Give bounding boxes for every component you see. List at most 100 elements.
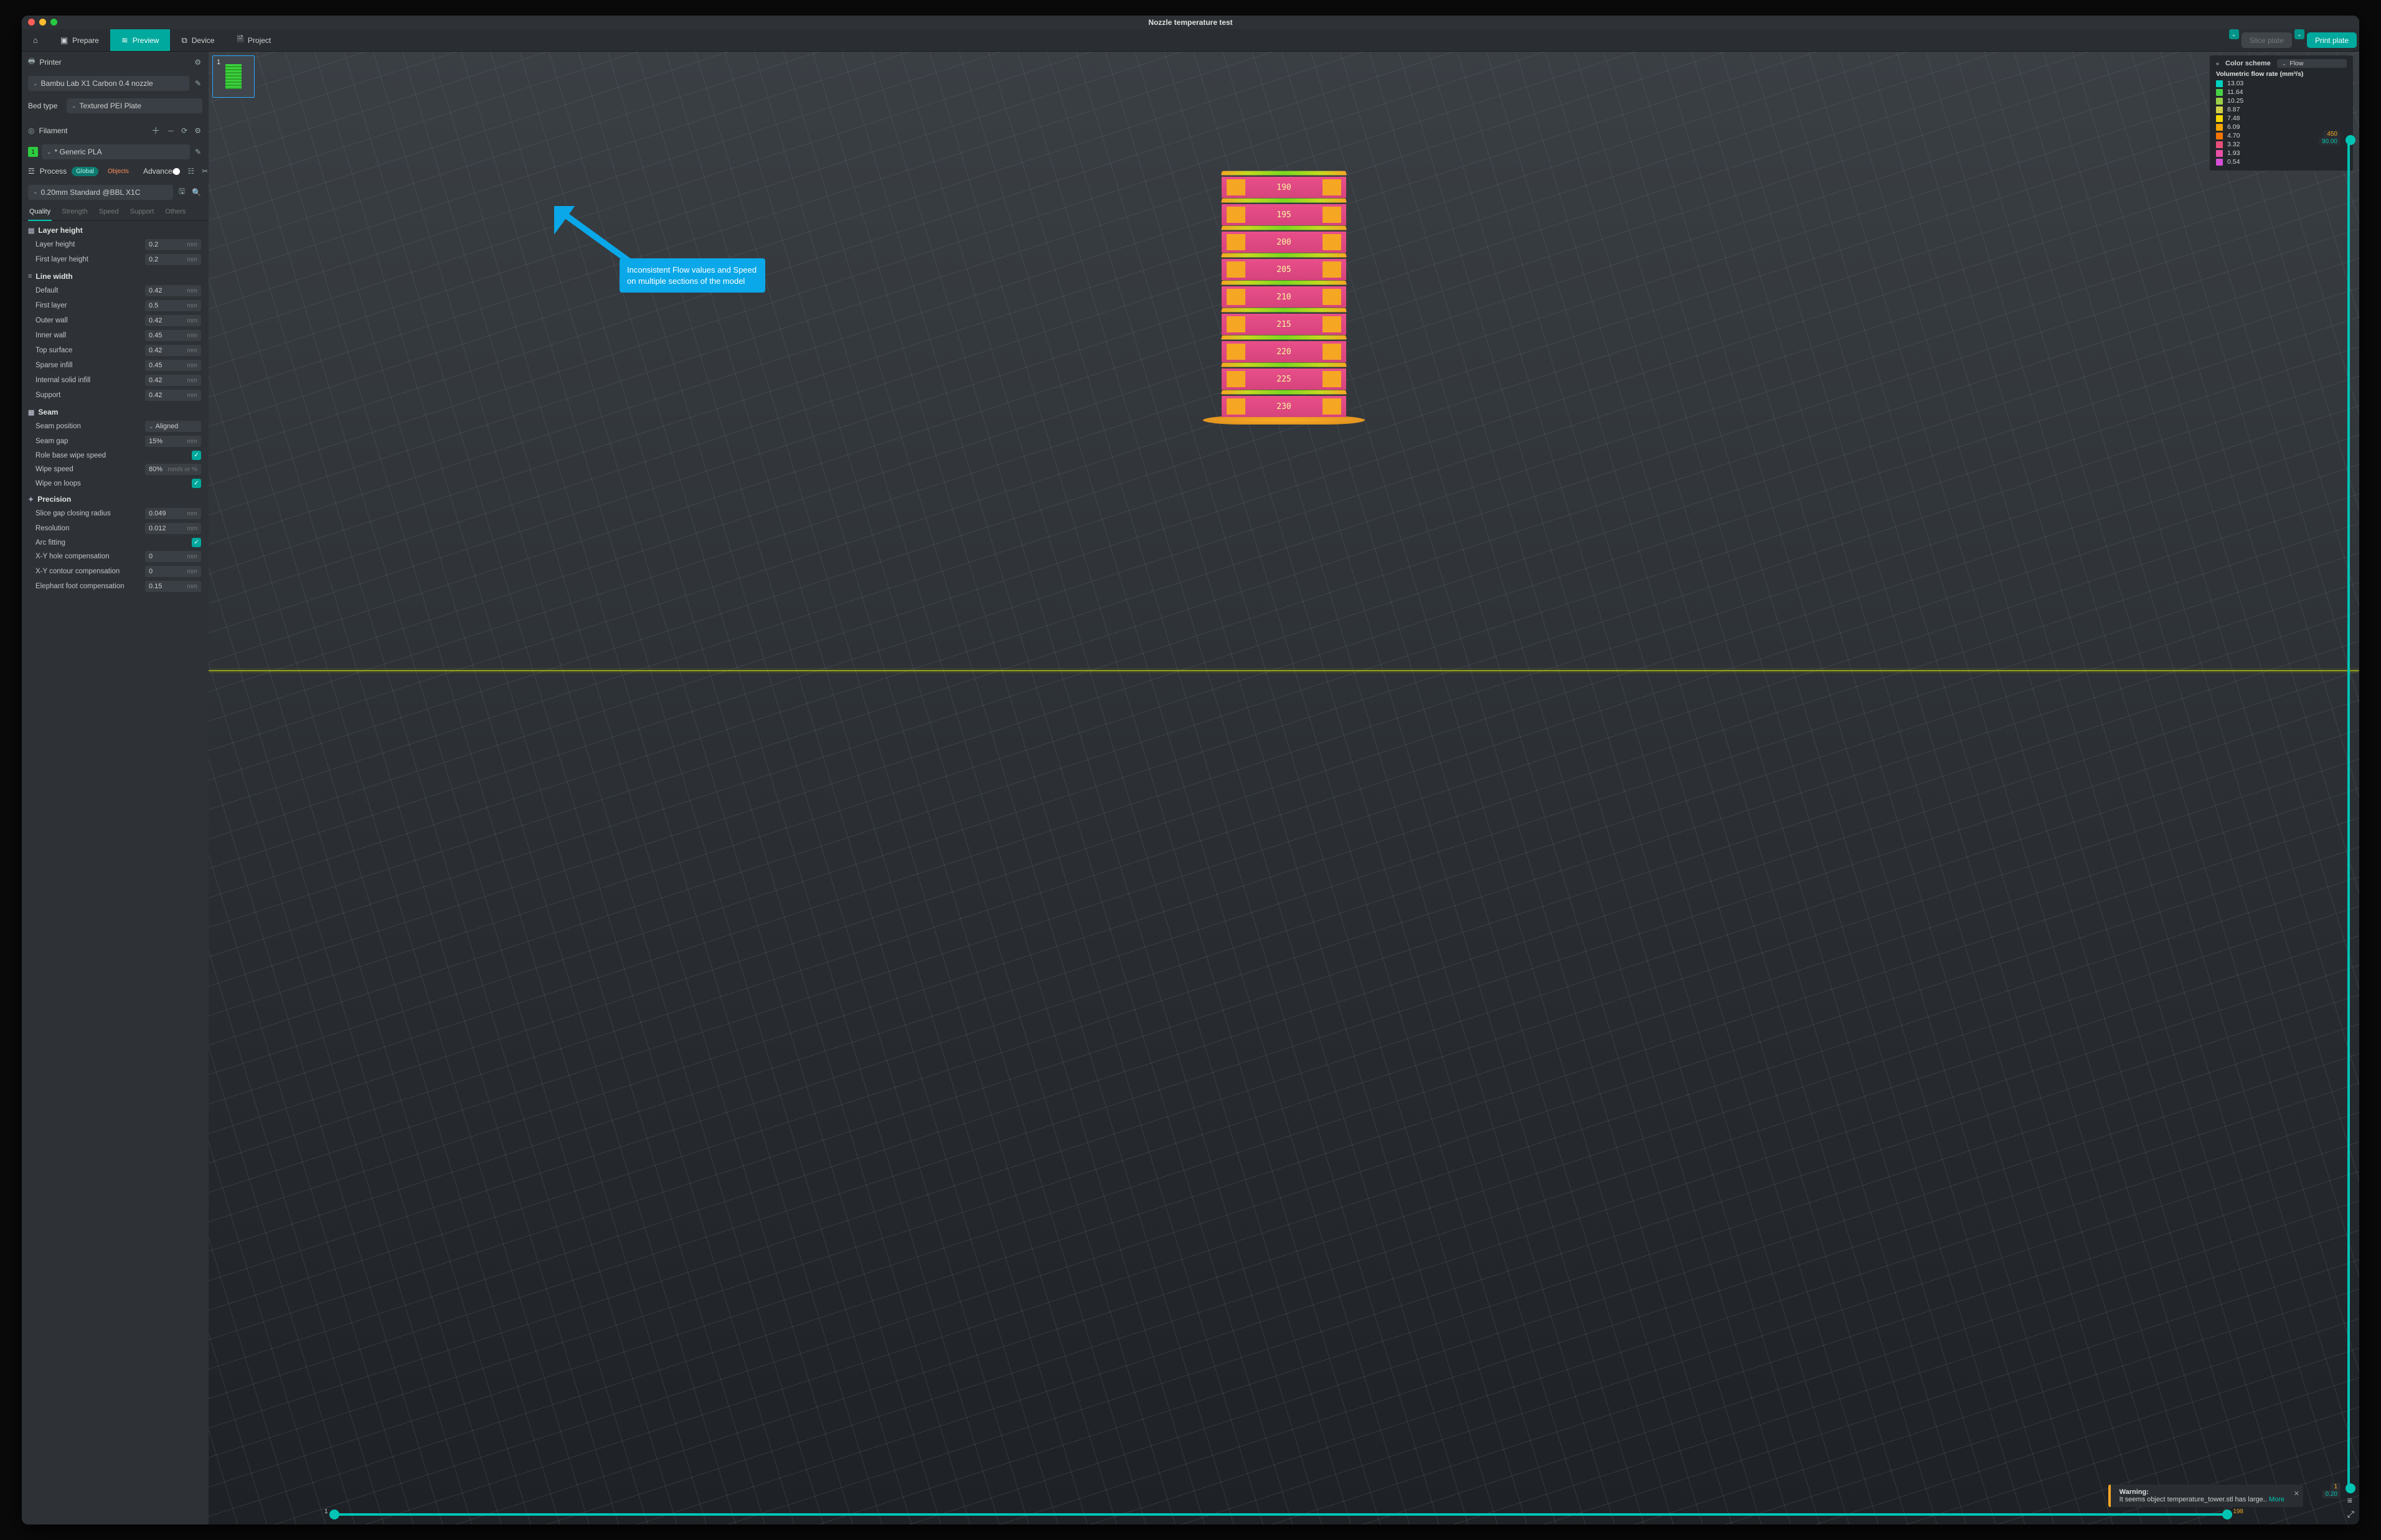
param-input[interactable]: 0.2mm (145, 239, 201, 250)
legend-collapse-icon[interactable]: « (2216, 60, 2219, 67)
plate-thumbnail-1[interactable]: 1 (212, 55, 255, 98)
layer-slider-bottom-handle[interactable] (2346, 1483, 2355, 1493)
process-profile-select[interactable]: ⌄0.20mm Standard @BBL X1C (28, 185, 173, 200)
filament-panel-header: ◎ Filament ＋ － ⟳ ⚙ (22, 120, 209, 142)
move-slider-end-handle[interactable] (2222, 1509, 2232, 1519)
warning-more-link[interactable]: More (2269, 1496, 2284, 1503)
move-slider[interactable]: 1 198 (333, 1509, 2228, 1519)
param-input[interactable]: 0.42mm (145, 345, 201, 356)
tab-quality[interactable]: Quality (28, 204, 52, 221)
filament-edit-icon[interactable]: ✎ (194, 146, 202, 157)
param-input[interactable]: 0mm (145, 551, 201, 562)
param-input[interactable]: 0.049mm (145, 508, 201, 519)
param-input[interactable]: 0.45mm (145, 330, 201, 341)
filament-sync-icon[interactable]: ⟳ (180, 125, 189, 136)
param-checkbox[interactable]: ✓ (192, 479, 201, 488)
print-dropdown-caret[interactable]: ⌄ (2294, 29, 2304, 39)
param-input[interactable]: 0.15mm (145, 581, 201, 592)
legend-value: 10.25 (2227, 97, 2243, 105)
move-slider-start-handle[interactable] (329, 1509, 339, 1519)
printer-settings-icon[interactable]: ⚙ (193, 57, 202, 68)
legend-value: 11.64 (2227, 88, 2243, 96)
param-input[interactable]: 0.2mm (145, 254, 201, 265)
section-header[interactable]: ▦Seam (22, 403, 209, 419)
printer-select[interactable]: ⌄Bambu Lab X1 Carbon 0.4 nozzle (28, 76, 189, 91)
tower-section: 200 (1222, 224, 1346, 253)
param-checkbox[interactable]: ✓ (192, 538, 201, 547)
legend-swatch (2216, 159, 2223, 166)
print-plate-button[interactable]: Print plate (2307, 32, 2357, 48)
param-label: Role base wipe speed (35, 452, 187, 459)
filament-settings-icon[interactable]: ⚙ (193, 125, 202, 136)
param-select[interactable]: ⌄ Aligned (145, 421, 201, 432)
move-slider-min: 1 (324, 1508, 328, 1515)
annotation-callout: Inconsistent Flow values and Speed on mu… (620, 258, 765, 293)
filament-add-button[interactable]: ＋ (150, 123, 161, 138)
filament-slot-1[interactable]: 1 ⌄* Generic PLA ✎ (22, 142, 209, 162)
slice-plate-button[interactable]: Slice plate (2242, 32, 2292, 48)
param-input[interactable]: 0.42mm (145, 390, 201, 401)
nav-project[interactable]: 🗎Project (225, 29, 282, 51)
param-input[interactable]: 0mm (145, 566, 201, 577)
printer-icon: 🖶 (28, 55, 35, 68)
param-row: Sparse infill0.45mm (22, 358, 209, 373)
reset-icon[interactable]: ✂ (200, 166, 209, 177)
section-icon: ≡ (28, 273, 32, 280)
color-scheme-select[interactable]: ⌄Flow (2277, 59, 2347, 68)
bed-type-select[interactable]: ⌄Textured PEI Plate (67, 98, 202, 113)
legend-row: 13.03 (2216, 80, 2347, 87)
param-input[interactable]: 0.42mm (145, 375, 201, 386)
param-checkbox[interactable]: ✓ (192, 451, 201, 460)
param-input[interactable]: 80%mm/s or % (145, 464, 201, 475)
section-header[interactable]: ✦Precision (22, 490, 209, 506)
scope-global[interactable]: Global (72, 167, 98, 176)
tab-strength[interactable]: Strength (60, 204, 89, 220)
slice-dropdown-caret[interactable]: ⌄ (2229, 29, 2239, 39)
tower-temp-label: 205 (1276, 265, 1291, 275)
filament-remove-button[interactable]: － (166, 124, 176, 138)
printer-panel-header: 🖶 Printer ⚙ (22, 52, 209, 72)
tab-speed[interactable]: Speed (98, 204, 120, 220)
section-header[interactable]: ≡Line width (22, 267, 209, 283)
nav-device[interactable]: ⧉Device (170, 29, 225, 51)
home-icon: ⌂ (33, 35, 38, 45)
param-input[interactable]: 0.42mm (145, 285, 201, 296)
param-input[interactable]: 0.012mm (145, 523, 201, 534)
layer-slider[interactable]: 450 90.00 1 0.20 (2342, 139, 2355, 1490)
param-input[interactable]: 0.45mm (145, 360, 201, 371)
profile-search-icon[interactable]: 🔍 (191, 187, 202, 198)
param-label: Inner wall (35, 332, 140, 339)
param-label: X-Y hole compensation (35, 553, 140, 560)
warning-close-icon[interactable]: ✕ (2294, 1490, 2299, 1498)
legend-subtitle: Volumetric flow rate (mm³/s) (2216, 70, 2347, 78)
param-label: Resolution (35, 525, 140, 532)
expand-view-icon[interactable]: ⤢ (2347, 1509, 2354, 1519)
param-row: Wipe speed80%mm/s or % (22, 462, 209, 477)
move-slider-max: 198 (2233, 1508, 2243, 1515)
printer-edit-icon[interactable]: ✎ (194, 78, 202, 89)
filament-color-swatch[interactable]: 1 (28, 147, 38, 157)
tab-others[interactable]: Others (164, 204, 187, 220)
section-header[interactable]: ▤Layer height (22, 221, 209, 237)
nav-prepare[interactable]: ▣Prepare (49, 29, 110, 51)
color-scheme-legend: « Color scheme ⌄Flow Volumetric flow rat… (2210, 55, 2353, 171)
param-row: Outer wall0.42mm (22, 313, 209, 328)
param-input[interactable]: 15%mm (145, 436, 201, 447)
nav-preview[interactable]: ≋Preview (110, 29, 171, 51)
tower-brim (1203, 416, 1365, 425)
home-button[interactable]: ⌂ (22, 29, 49, 51)
section-icon: ▤ (28, 227, 34, 235)
scope-objects[interactable]: Objects (103, 167, 133, 176)
tab-support[interactable]: Support (129, 204, 156, 220)
maximize-window-button[interactable] (50, 19, 57, 26)
layers-view-icon[interactable]: ≡ (2347, 1495, 2354, 1505)
compare-icon[interactable]: ☷ (186, 166, 196, 177)
param-input[interactable]: 0.42mm (145, 315, 201, 326)
param-row: First layer height0.2mm (22, 252, 209, 267)
layer-slider-top-handle[interactable] (2346, 135, 2355, 145)
profile-save-icon[interactable]: 🖫 (177, 184, 186, 200)
close-window-button[interactable] (28, 19, 35, 26)
param-input[interactable]: 0.5mm (145, 300, 201, 311)
minimize-window-button[interactable] (39, 19, 46, 26)
3d-viewport[interactable]: 1 190195200205210215220225230 « Color sc… (209, 52, 2359, 1524)
